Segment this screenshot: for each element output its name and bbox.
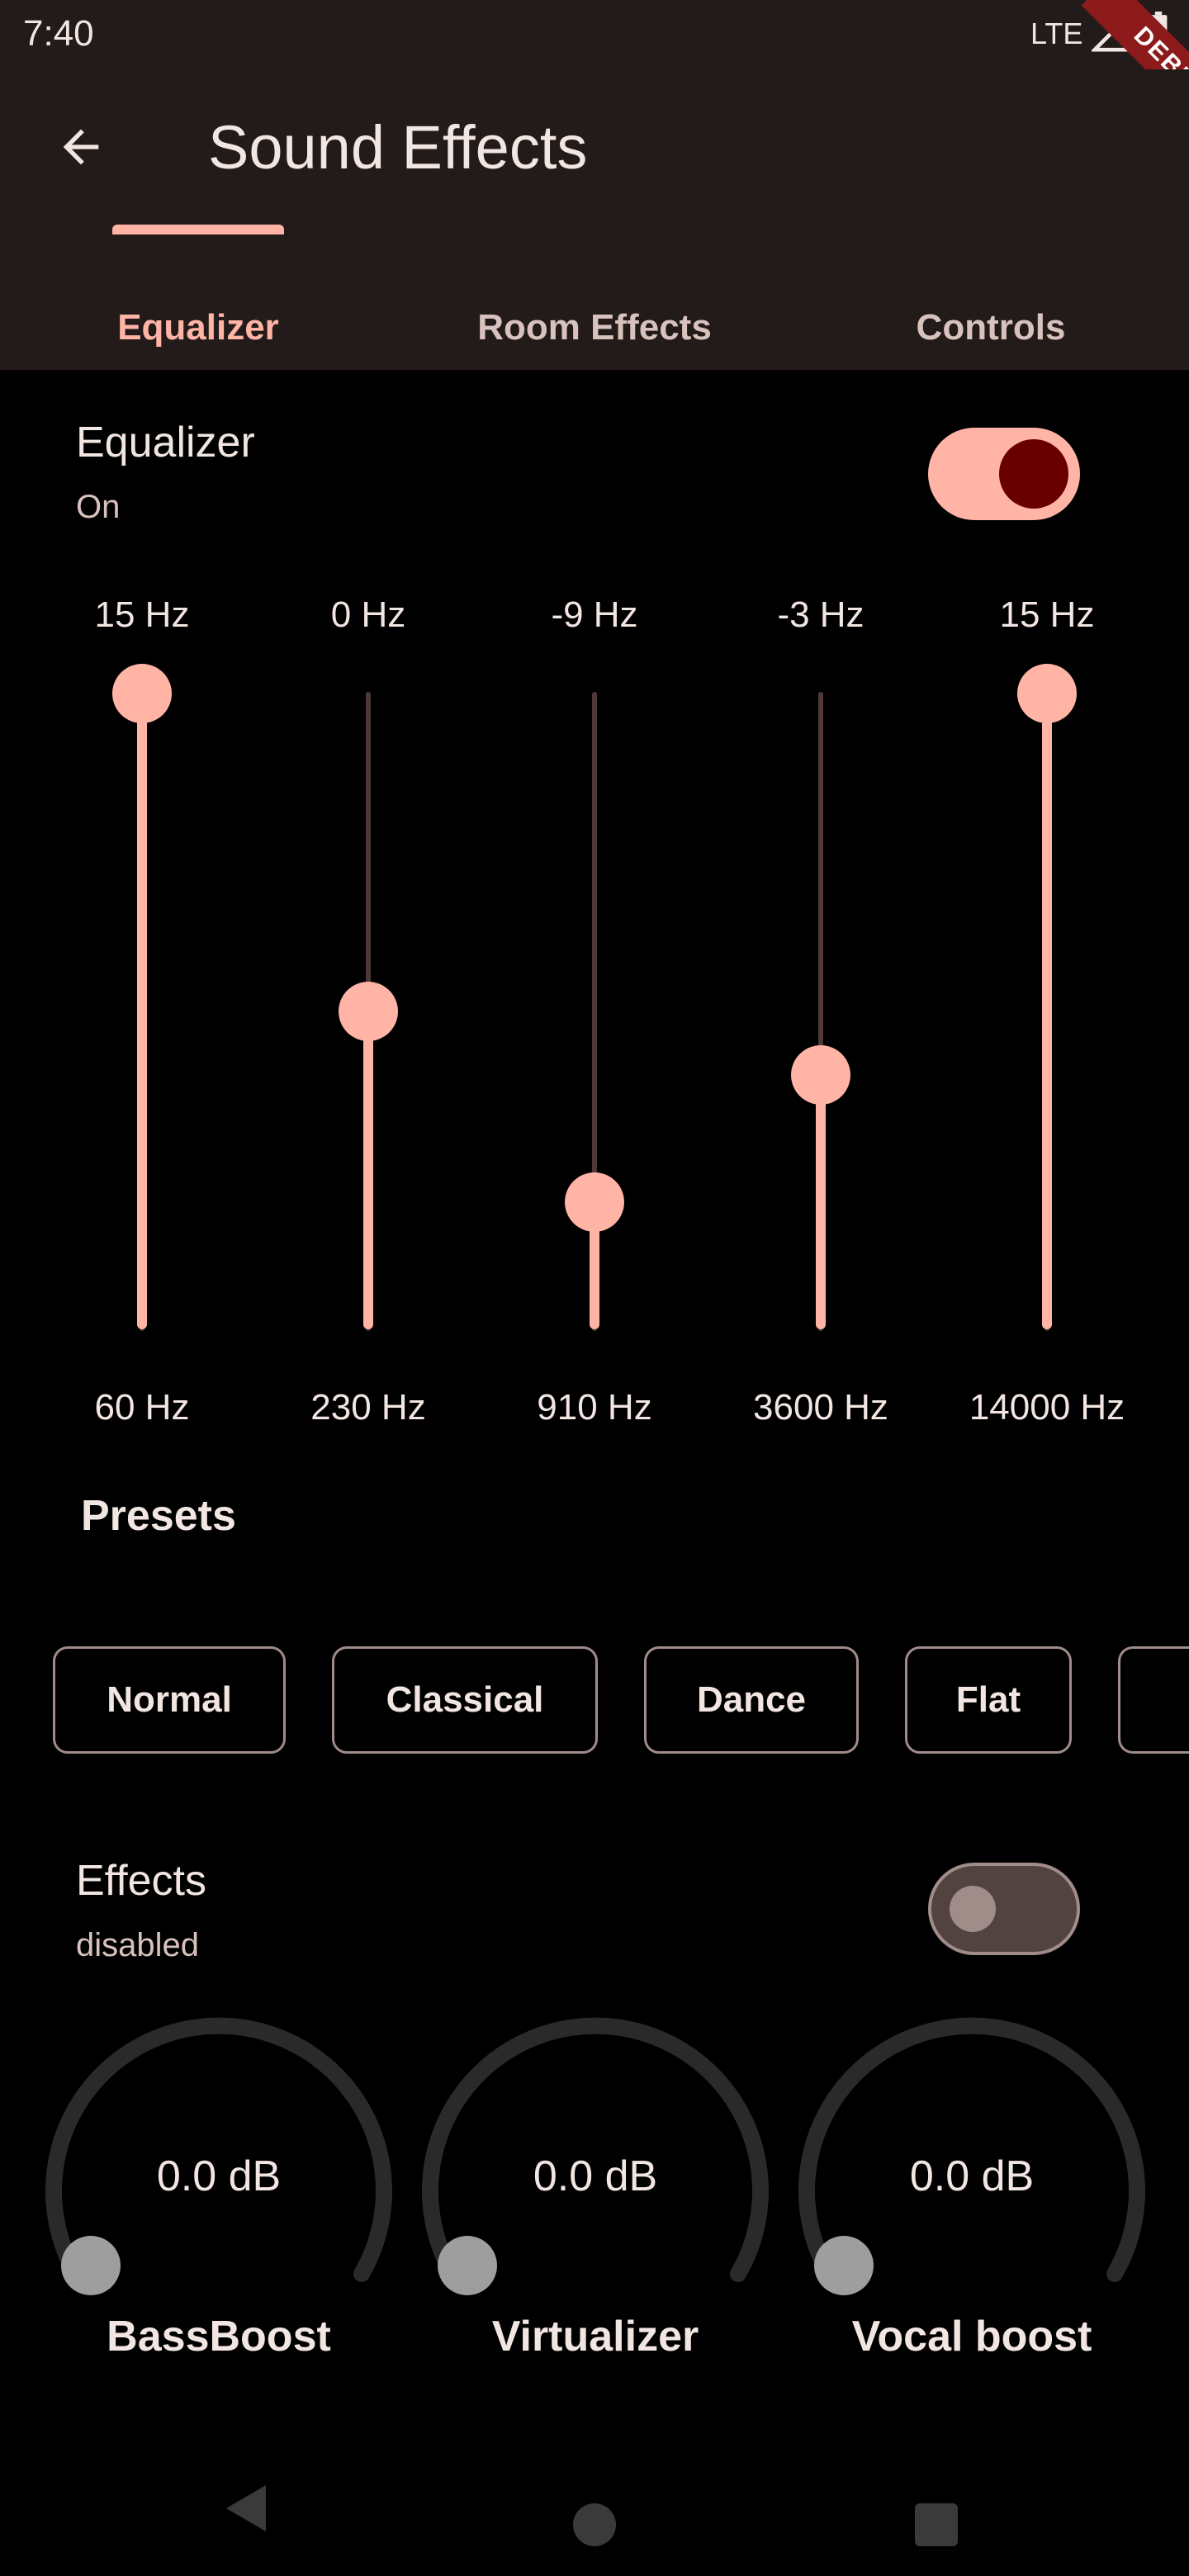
tab-equalizer[interactable]: Equalizer [0,274,396,370]
preset-chip-dance[interactable]: Dance [644,1646,859,1754]
knob-label: BassBoost [107,2313,331,2361]
eq-band-910: -9 Hz 910 Hz [512,594,677,1437]
status-time: 7:40 [23,13,94,54]
page-title: Sound Effects [208,113,588,182]
presets-title: Presets [81,1492,236,1540]
eq-band-frequency: 230 Hz [310,1387,426,1428]
nav-recents-icon[interactable] [915,2503,958,2546]
eq-band-value: 15 Hz [999,594,1095,635]
arrow-left-icon [63,129,99,165]
back-button[interactable] [40,106,122,188]
tab-controls[interactable]: Controls [793,274,1189,370]
eq-slider-thumb[interactable] [565,1172,624,1232]
knob-thumb[interactable] [61,2236,121,2295]
equalizer-toggle[interactable] [928,428,1080,520]
eq-slider-thumb[interactable] [791,1045,850,1105]
preset-chip-classical[interactable]: Classical [332,1646,598,1754]
eq-band-60: 15 Hz 60 Hz [59,594,225,1437]
eq-slider-fill [137,694,147,1329]
eq-band-14000: 15 Hz 14000 Hz [964,594,1130,1437]
knob-thumb[interactable] [814,2236,874,2295]
equalizer-status: On [76,489,121,525]
tab-room-effects[interactable]: Room Effects [396,274,793,370]
tab-indicator [112,225,284,234]
eq-band-value: 0 Hz [330,594,406,635]
preset-chip-partial[interactable] [1118,1646,1189,1754]
nav-back-icon[interactable] [223,2484,269,2533]
nav-home-icon[interactable] [573,2503,616,2546]
effects-title: Effects [76,1857,207,1905]
bassboost-knob[interactable]: 0.0 dB BassBoost [41,2006,396,2370]
tab-label: Equalizer [117,307,279,348]
toggle-thumb [999,439,1068,509]
knob-value: 0.0 dB [533,2152,658,2200]
toggle-thumb [950,1886,996,1932]
effects-toggle[interactable] [928,1863,1080,1955]
knob-label: Virtualizer [491,2313,699,2361]
eq-band-frequency: 3600 Hz [753,1387,888,1428]
eq-slider-fill [1042,694,1052,1329]
preset-chip-normal[interactable]: Normal [53,1646,286,1754]
network-type: LTE [1030,17,1083,50]
tab-label: Room Effects [477,307,712,348]
tab-label: Controls [916,307,1066,348]
knob-label: Vocal boost [851,2313,1092,2361]
virtualizer-knob[interactable]: 0.0 dB Virtualizer [418,2006,773,2370]
equalizer-title: Equalizer [76,419,255,466]
system-nav-bar [0,2436,1189,2576]
effects-status: disabled [76,1927,200,1963]
tab-bar: Equalizer Room Effects Controls [0,274,1189,370]
status-bar: 7:40 LTE [0,0,1189,69]
vocal-boost-knob[interactable]: 0.0 dB Vocal boost [794,2006,1149,2370]
preset-chip-flat[interactable]: Flat [905,1646,1072,1754]
app-bar: Sound Effects Equalizer Room Effects Con… [0,69,1189,370]
eq-slider-thumb[interactable] [1017,664,1077,723]
eq-band-frequency: 60 Hz [94,1387,190,1428]
knob-value: 0.0 dB [156,2152,282,2200]
eq-band-3600: -3 Hz 3600 Hz [738,594,903,1437]
eq-slider-thumb[interactable] [339,982,398,1041]
eq-band-value: -9 Hz [551,594,638,635]
eq-slider-thumb[interactable] [112,664,172,723]
eq-band-230: 0 Hz 230 Hz [286,594,451,1437]
eq-band-value: 15 Hz [94,594,190,635]
eq-slider-fill [363,1011,373,1329]
eq-band-value: -3 Hz [777,594,865,635]
knob-value: 0.0 dB [909,2152,1035,2200]
eq-band-frequency: 910 Hz [537,1387,652,1428]
eq-slider-fill [816,1075,826,1329]
knob-thumb[interactable] [438,2236,497,2295]
eq-band-frequency: 14000 Hz [969,1387,1125,1428]
